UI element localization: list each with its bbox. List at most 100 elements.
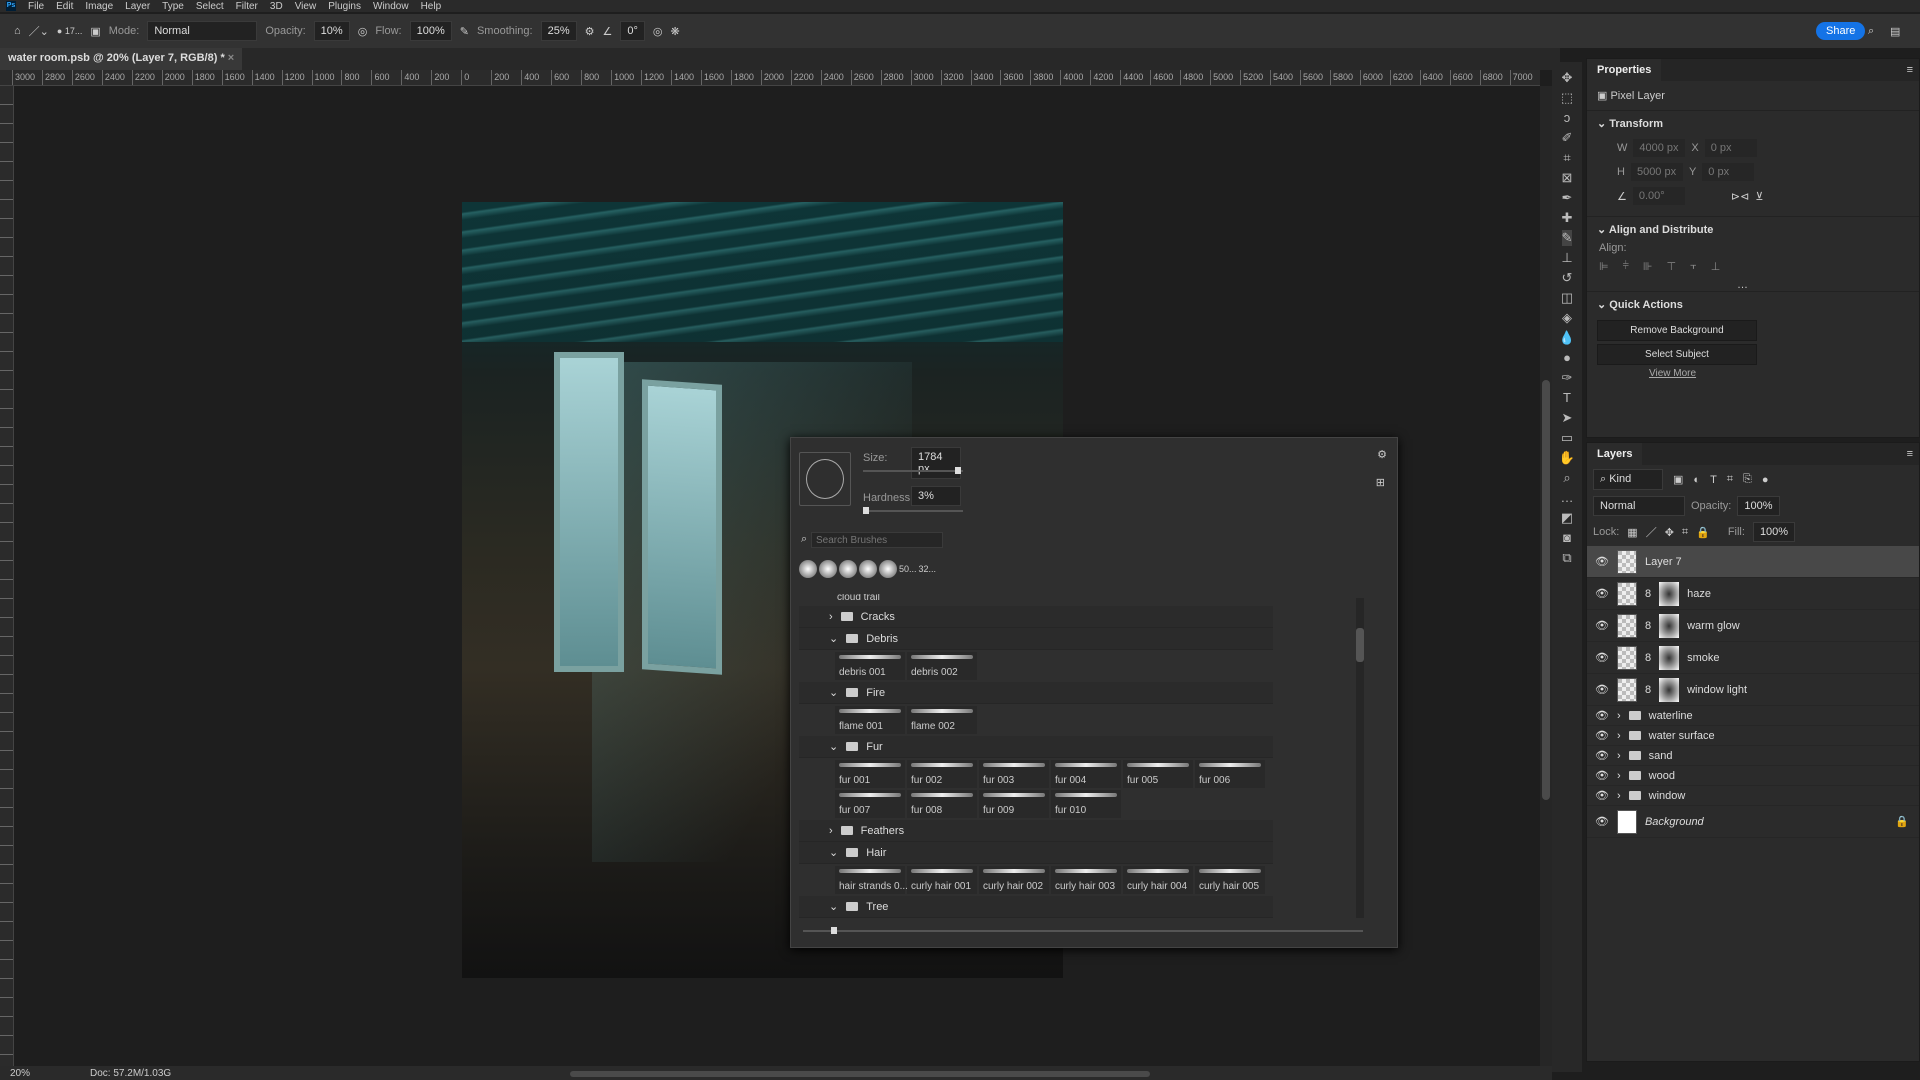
menu-file[interactable]: File <box>28 1 44 12</box>
y-field[interactable]: 0 px <box>1702 163 1755 181</box>
layer-row[interactable]: 👁 8 warm glow <box>1587 610 1919 642</box>
chevron-down-icon[interactable]: ⌄ <box>829 846 838 859</box>
brush-item[interactable]: curly hair 001 <box>907 866 977 894</box>
chevron-right-icon[interactable]: › <box>829 825 833 837</box>
brush-item[interactable]: fur 001 <box>835 760 905 788</box>
brush-item[interactable]: fur 005 <box>1123 760 1193 788</box>
chevron-down-icon[interactable]: ⌄ <box>829 686 838 699</box>
eye-icon[interactable]: 👁 <box>1595 749 1609 762</box>
layer-row[interactable]: 👁 › wood <box>1587 766 1919 786</box>
brush-angle-preview[interactable] <box>799 452 851 506</box>
fill-field[interactable]: 100% <box>1752 522 1796 542</box>
align-top-icon[interactable]: ⊤ <box>1667 260 1677 273</box>
menu-type[interactable]: Type <box>162 1 184 12</box>
home-icon[interactable]: ⌂ <box>14 25 21 37</box>
layer-mask-thumbnail[interactable] <box>1659 677 1680 702</box>
flip-vertical-icon[interactable]: ⊻ <box>1755 190 1763 203</box>
hardness-field[interactable]: 3% <box>911 486 961 506</box>
frame-tool-icon[interactable]: ⊠ <box>1562 170 1573 186</box>
vertical-scroll-thumb[interactable] <box>1542 380 1550 800</box>
layer-mask-thumbnail[interactable] <box>1659 613 1680 638</box>
more-options-icon[interactable]: … <box>1587 279 1919 291</box>
brush-group[interactable]: ⌄ Tree <box>799 896 1273 918</box>
preview-size-slider[interactable] <box>803 927 1363 934</box>
preview-size-handle[interactable] <box>831 927 837 934</box>
flow-field[interactable]: 100% <box>409 21 452 41</box>
marquee-tool-icon[interactable]: ⬚ <box>1561 90 1573 106</box>
brush-item[interactable]: curly hair 005 <box>1195 866 1265 894</box>
eye-icon[interactable]: 👁 <box>1595 815 1609 828</box>
menu-image[interactable]: Image <box>85 1 113 12</box>
layer-opacity-field[interactable]: 100% <box>1737 496 1780 516</box>
filter-shape-icon[interactable]: ⌗ <box>1727 473 1733 486</box>
brush-list-scrollbar[interactable] <box>1356 598 1364 918</box>
hardness-slider-handle[interactable] <box>863 507 869 514</box>
brush-item[interactable]: hair strands 0... <box>835 866 908 894</box>
brush-item[interactable]: flame 002 <box>907 706 977 734</box>
eye-icon[interactable]: 👁 <box>1595 789 1609 802</box>
eye-icon[interactable]: 👁 <box>1595 729 1609 742</box>
brush-item[interactable]: fur 004 <box>1051 760 1121 788</box>
workspace-icon[interactable]: ▤ <box>1890 25 1900 38</box>
history-brush-icon[interactable]: ↺ <box>1562 270 1573 286</box>
panel-menu-icon[interactable]: ≡ <box>1907 59 1919 81</box>
lock-artboard-icon[interactable]: ⌗ <box>1682 526 1688 539</box>
screen-mode-icon[interactable]: ⧉ <box>1562 550 1571 566</box>
type-tool-icon[interactable]: T <box>1563 390 1571 406</box>
layer-row[interactable]: 👁 Layer 7 <box>1587 546 1919 578</box>
brush-group[interactable]: ⌄ Debris <box>799 628 1273 650</box>
chevron-right-icon[interactable]: › <box>1617 730 1621 742</box>
link-icon[interactable]: 8 <box>1645 652 1651 664</box>
layer-row[interactable]: 👁 › water surface <box>1587 726 1919 746</box>
bucket-tool-icon[interactable]: ◈ <box>1562 310 1572 326</box>
chevron-right-icon[interactable]: › <box>829 611 833 623</box>
layer-row[interactable]: 👁 8 window light <box>1587 674 1919 706</box>
brush-preset-picker[interactable]: ● 17... <box>57 26 82 36</box>
menu-help[interactable]: Help <box>421 1 442 12</box>
doc-size[interactable]: Doc: 57.2M/1.03G <box>90 1068 171 1079</box>
layer-mask-thumbnail[interactable] <box>1659 645 1680 670</box>
pressure-opacity-icon[interactable]: ◎ <box>358 25 368 38</box>
gear-icon[interactable]: ⚙ <box>1377 448 1387 461</box>
brush-list-scroll-thumb[interactable] <box>1356 628 1364 662</box>
chevron-right-icon[interactable]: › <box>1617 790 1621 802</box>
recent-brush-tip[interactable] <box>839 560 857 578</box>
layer-row[interactable]: 👁 Background 🔒 <box>1587 806 1919 838</box>
size-field[interactable]: 1784 px <box>911 447 961 479</box>
blend-mode-select[interactable]: Normal <box>1593 496 1685 516</box>
height-field[interactable]: 5000 px <box>1630 163 1683 181</box>
brush-item[interactable]: fur 008 <box>907 790 977 818</box>
recent-brush-tip[interactable] <box>819 560 837 578</box>
eye-icon[interactable]: 👁 <box>1595 587 1609 600</box>
align-bottom-icon[interactable]: ⊥ <box>1711 260 1721 273</box>
hand-tool-icon[interactable]: ✋ <box>1559 450 1575 466</box>
brush-group[interactable]: ⌄ Fur <box>799 736 1273 758</box>
brush-item[interactable]: fur 010 <box>1051 790 1121 818</box>
color-swatches[interactable]: ◩ <box>1561 510 1573 526</box>
search-icon[interactable]: ⌕ <box>1868 25 1874 38</box>
more-tools-icon[interactable]: … <box>1561 490 1574 506</box>
size-slider-handle[interactable] <box>955 467 961 474</box>
filter-adjustment-icon[interactable]: ◐ <box>1693 474 1700 486</box>
brush-item[interactable]: debris 002 <box>907 652 977 680</box>
layer-row[interactable]: 👁 8 haze <box>1587 578 1919 610</box>
brush-group[interactable]: ⌄ Fire <box>799 682 1273 704</box>
size-slider[interactable] <box>863 467 963 474</box>
eye-icon[interactable]: 👁 <box>1595 619 1609 632</box>
layer-row[interactable]: 👁 › waterline <box>1587 706 1919 726</box>
angle-field[interactable]: 0° <box>620 21 645 41</box>
menu-plugins[interactable]: Plugins <box>328 1 361 12</box>
recent-brush-tip[interactable]: 50... <box>899 564 917 574</box>
flip-horizontal-icon[interactable]: ⊳⊲ <box>1731 190 1749 203</box>
view-more-link[interactable]: View More <box>1587 368 1919 379</box>
mode-select[interactable]: Normal <box>147 21 258 41</box>
symmetry-icon[interactable]: ❋ <box>671 25 680 38</box>
brush-item[interactable]: cloud trail <box>799 594 1273 606</box>
lock-position-icon[interactable]: ✥ <box>1665 526 1674 539</box>
quick-select-tool-icon[interactable]: ✐ <box>1562 130 1573 146</box>
eye-icon[interactable]: 👁 <box>1595 555 1609 568</box>
chevron-right-icon[interactable]: › <box>1617 710 1621 722</box>
filter-smart-icon[interactable]: ⎘ <box>1743 473 1752 486</box>
layer-row[interactable]: 👁 8 smoke <box>1587 642 1919 674</box>
layer-row[interactable]: 👁 › sand <box>1587 746 1919 766</box>
